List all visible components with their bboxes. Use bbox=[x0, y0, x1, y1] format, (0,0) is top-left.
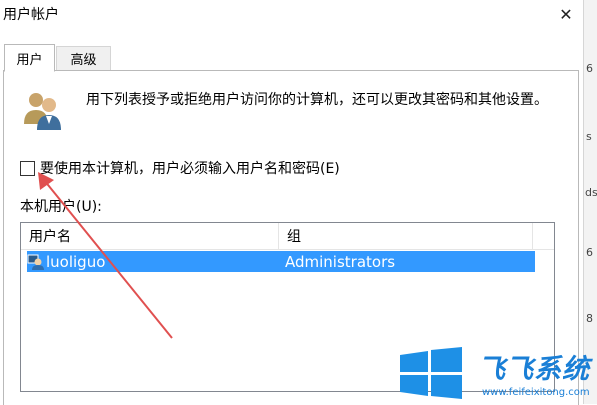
list-header: 用户名 组 bbox=[21, 223, 554, 250]
background-text: s bbox=[586, 130, 592, 143]
tab-users[interactable]: 用户 bbox=[4, 44, 55, 72]
background-text: 8 bbox=[586, 312, 593, 325]
watermark: 飞飞系统 www.feifeixitong.com bbox=[398, 345, 594, 401]
windows-logo-icon bbox=[400, 347, 462, 399]
window-title: 用户帐户 bbox=[3, 7, 59, 23]
background-text: 6 bbox=[586, 62, 593, 75]
tab-advanced[interactable]: 高级 bbox=[56, 46, 111, 71]
user-account-icon bbox=[27, 254, 44, 270]
users-icon bbox=[24, 93, 61, 130]
group-cell: Administrators bbox=[285, 252, 396, 271]
description-text: 用下列表授予或拒绝用户访问你的计算机，还可以更改其密码和其他设置。 bbox=[86, 92, 548, 108]
username-cell: luoliguo bbox=[46, 252, 106, 271]
require-login-checkbox[interactable] bbox=[20, 160, 35, 176]
watermark-title: 飞飞系统 bbox=[478, 354, 590, 385]
column-header-group[interactable]: 组 bbox=[279, 223, 533, 249]
require-login-option[interactable]: 要使用本计算机，用户必须输入用户名和密码(E) bbox=[20, 158, 340, 178]
require-login-label: 要使用本计算机，用户必须输入用户名和密码(E) bbox=[40, 161, 340, 177]
watermark-url: www.feifeixitong.com bbox=[482, 387, 590, 398]
user-accounts-dialog: 用户帐户 ✕ 用户 高级 用下列表授予或拒绝用户访问你的计算机，还可以更改其密码… bbox=[0, 0, 583, 405]
background-window-edge: 6 s ds 6 8 bbox=[583, 0, 597, 404]
column-header-username[interactable]: 用户名 bbox=[21, 223, 279, 249]
table-row[interactable]: luoliguo Administrators bbox=[27, 251, 535, 272]
background-text: ds bbox=[585, 186, 597, 199]
close-icon[interactable]: ✕ bbox=[551, 0, 581, 28]
background-text: 6 bbox=[586, 246, 593, 259]
local-users-label: 本机用户(U): bbox=[20, 199, 102, 215]
